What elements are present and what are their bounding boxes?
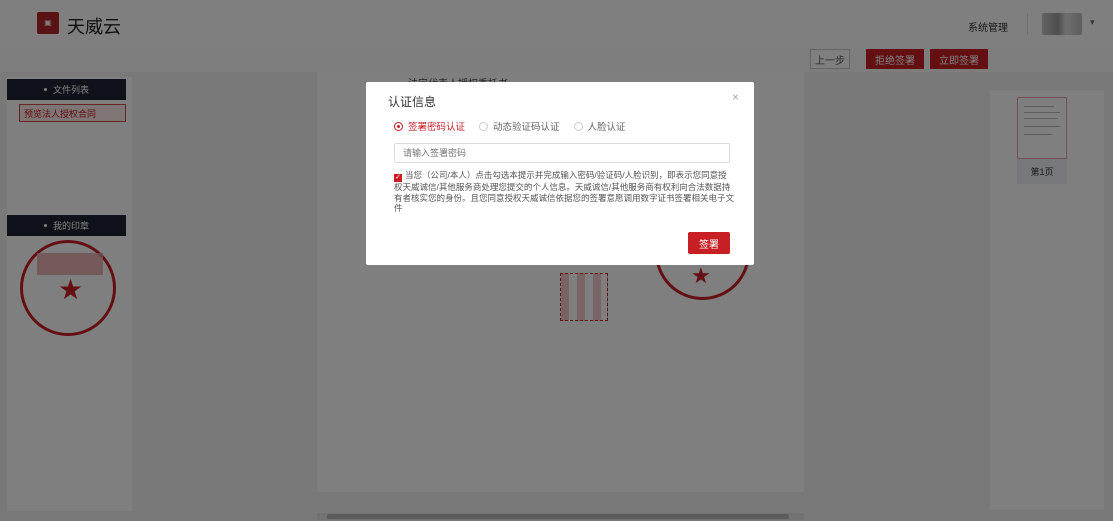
- radio-icon: [479, 121, 489, 131]
- consent-text: 当您（公司/本人）点击勾选本提示并完成输入密码/验证码/人脸识别，即表示您同意授…: [394, 170, 735, 213]
- auth-method-group: 签署密码认证 动态验证码认证 人脸认证: [394, 119, 640, 133]
- radio-icon: [394, 121, 403, 131]
- close-icon[interactable]: ×: [732, 90, 739, 104]
- checkbox-checked-icon[interactable]: ✓: [394, 174, 402, 182]
- radio-sign-password[interactable]: 签署密码认证: [394, 119, 465, 133]
- consent-block: ✓ 当您（公司/本人）点击勾选本提示并完成输入密码/验证码/人脸识别，即表示您同意…: [394, 170, 734, 214]
- radio-label: 签署密码认证: [408, 122, 466, 133]
- radio-face-auth[interactable]: 人脸认证: [573, 119, 626, 133]
- auth-dialog: 认证信息 × 签署密码认证 动态验证码认证 人脸认证 ✓ 当您（公司/本人）点击勾…: [366, 82, 754, 265]
- radio-label: 人脸认证: [587, 122, 626, 133]
- radio-icon: [573, 121, 583, 131]
- sign-button[interactable]: 签署: [688, 232, 730, 254]
- sign-password-input[interactable]: [394, 143, 730, 163]
- dialog-title: 认证信息: [388, 95, 437, 109]
- radio-dynamic-code[interactable]: 动态验证码认证: [479, 119, 560, 133]
- radio-label: 动态验证码认证: [493, 122, 560, 133]
